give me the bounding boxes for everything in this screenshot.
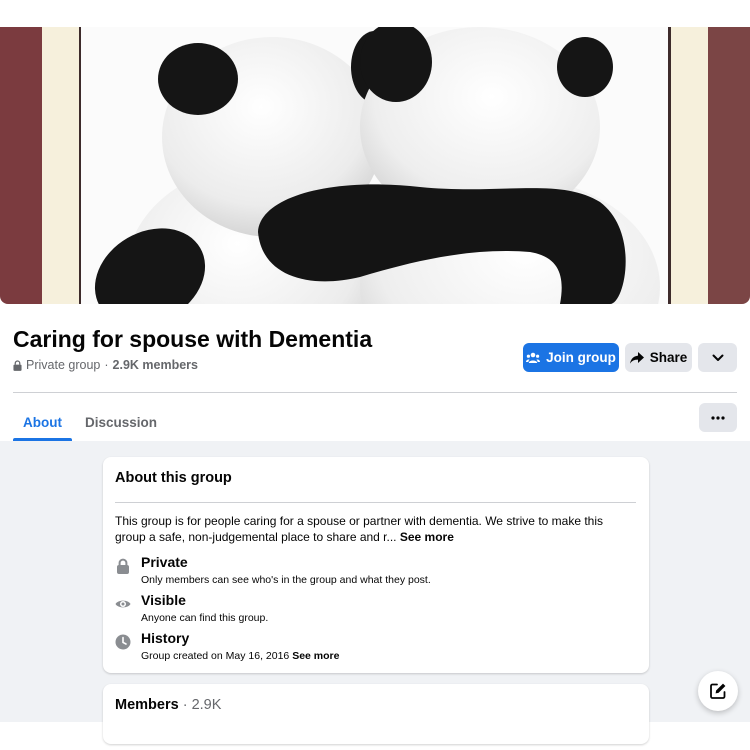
lock-icon [117,558,129,574]
clock-icon [115,634,131,650]
members-card: Members · 2.9K [103,684,649,744]
feature-title: Private [141,554,188,570]
cover-photo[interactable] [0,27,750,304]
more-horizontal-icon [711,415,725,420]
feature-title: Visible [141,592,186,608]
members-separator: · [182,697,188,713]
privacy-label: Private group [26,358,101,372]
feature-subtitle: Only members can see who's in the group … [141,574,431,586]
share-label: Share [649,350,688,365]
join-group-label: Join group [546,350,616,365]
feature-subtitle: Group created on May 16, 2016 See more [141,650,339,662]
people-icon [526,352,541,363]
group-description: This group is for people caring for a sp… [115,513,635,545]
compose-message-button[interactable] [698,671,738,711]
history-created-text: Group created on May 16, 2016 [141,650,290,662]
join-group-button[interactable]: Join group [523,343,619,372]
about-card: About this group This group is for peopl… [103,457,649,673]
group-header: Caring for spouse with Dementia Private … [0,304,750,441]
lock-icon [13,359,22,371]
about-card-title: About this group [115,470,232,486]
description-text: This group is for people caring for a sp… [115,514,604,544]
share-button[interactable]: Share [625,343,692,372]
share-icon [629,351,644,364]
feature-title: History [141,630,190,646]
description-see-more-link[interactable]: See more [400,530,454,544]
feature-visible: Visible Anyone can find this group. [115,592,635,626]
header-divider [13,392,737,393]
feature-subtitle: Anyone can find this group. [141,612,269,624]
more-options-dropdown-button[interactable] [698,343,737,372]
members-card-title: Members · 2.9K [115,697,221,713]
main-content: About this group This group is for peopl… [0,441,750,744]
tabs-more-button[interactable] [699,403,737,432]
feature-private: Private Only members can see who's in th… [115,554,635,588]
chevron-down-icon [712,354,723,361]
tab-about[interactable]: About [13,404,72,441]
history-see-more-link[interactable]: See more [292,650,339,662]
about-card-divider [115,502,636,503]
members-label: Members [115,697,179,713]
group-meta: Private group · 2.9K members [13,358,198,372]
tab-discussion[interactable]: Discussion [85,404,157,440]
compose-icon [710,683,726,699]
panda-hug-image [0,27,750,304]
members-count-link[interactable]: 2.9K members [113,358,198,372]
members-count: 2.9K [191,697,222,713]
meta-separator: · [104,358,109,372]
eye-icon [115,600,131,608]
group-title: Caring for spouse with Dementia [13,326,373,352]
feature-history: History Group created on May 16, 2016 Se… [115,630,635,664]
